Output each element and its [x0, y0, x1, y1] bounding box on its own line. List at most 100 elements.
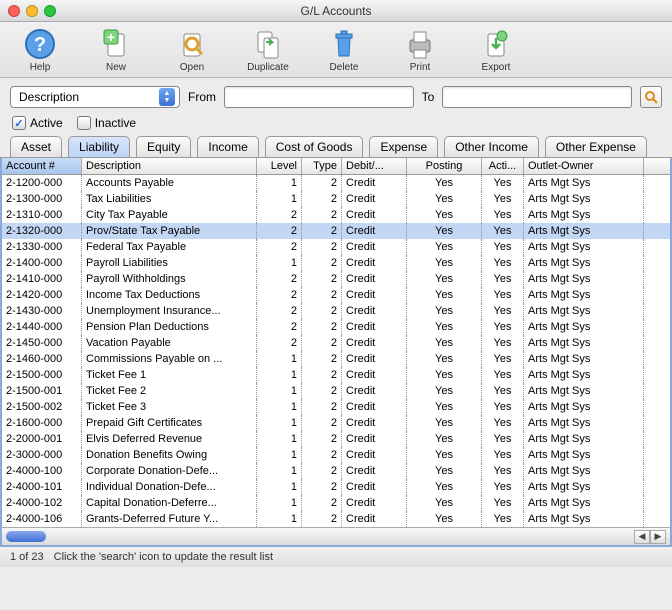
- scroll-left-button[interactable]: ◀: [634, 530, 650, 544]
- cell-acct: 2-1450-000: [2, 335, 82, 351]
- print-button[interactable]: Print: [392, 28, 448, 73]
- table-row[interactable]: 2-1410-000Payroll Withholdings22CreditYe…: [2, 271, 670, 287]
- svg-text:+: +: [107, 29, 115, 45]
- cell-active: Yes: [482, 447, 524, 463]
- cell-acct: 2-4000-106: [2, 511, 82, 527]
- table-row[interactable]: 2-4000-100Corporate Donation-Defe...12Cr…: [2, 463, 670, 479]
- column-header[interactable]: Level: [257, 158, 302, 174]
- column-header[interactable]: Type: [302, 158, 342, 174]
- table-row[interactable]: 2-1200-000Accounts Payable12CreditYesYes…: [2, 175, 670, 191]
- help-button[interactable]: ?Help: [12, 28, 68, 73]
- from-input[interactable]: [224, 86, 414, 108]
- cell-owner: Arts Mgt Sys: [524, 415, 644, 431]
- cell-owner: Arts Mgt Sys: [524, 271, 644, 287]
- field-select[interactable]: Description ▲▼: [10, 86, 180, 108]
- inactive-checkbox[interactable]: Inactive: [77, 116, 136, 130]
- cell-acct: 2-1400-000: [2, 255, 82, 271]
- table-row[interactable]: 2-1460-000Commissions Payable on ...12Cr…: [2, 351, 670, 367]
- tab-equity[interactable]: Equity: [136, 136, 191, 157]
- column-header[interactable]: Acti...: [482, 158, 524, 174]
- toolbar-label: Export: [468, 62, 524, 73]
- cell-dc: Credit: [342, 447, 407, 463]
- cell-acct: 2-1430-000: [2, 303, 82, 319]
- inactive-label: Inactive: [95, 116, 136, 130]
- cell-type: 2: [302, 479, 342, 495]
- cell-dc: Credit: [342, 479, 407, 495]
- tab-income[interactable]: Income: [197, 136, 258, 157]
- table-row[interactable]: 2-4000-102Capital Donation-Deferre...12C…: [2, 495, 670, 511]
- to-label: To: [422, 90, 435, 104]
- table-row[interactable]: 2-1440-000Pension Plan Deductions22Credi…: [2, 319, 670, 335]
- cell-owner: Arts Mgt Sys: [524, 175, 644, 191]
- export-button[interactable]: Export: [468, 28, 524, 73]
- table-row[interactable]: 2-1500-001Ticket Fee 212CreditYesYesArts…: [2, 383, 670, 399]
- delete-button[interactable]: Delete: [316, 28, 372, 73]
- column-header[interactable]: Posting: [407, 158, 482, 174]
- cell-level: 1: [257, 175, 302, 191]
- tab-other-income[interactable]: Other Income: [444, 136, 539, 157]
- scroll-right-button[interactable]: ▶: [650, 530, 666, 544]
- table-row[interactable]: 2-1500-002Ticket Fee 312CreditYesYesArts…: [2, 399, 670, 415]
- table-header: Account #DescriptionLevelTypeDebit/...Po…: [2, 158, 670, 175]
- table-row[interactable]: 2-4000-106Grants-Deferred Future Y...12C…: [2, 511, 670, 527]
- cell-level: 1: [257, 431, 302, 447]
- tab-expense[interactable]: Expense: [369, 136, 438, 157]
- cell-acct: 2-4000-102: [2, 495, 82, 511]
- cell-level: 1: [257, 367, 302, 383]
- horizontal-scrollbar[interactable]: ◀ ▶: [2, 527, 670, 545]
- table-row[interactable]: 2-1500-000Ticket Fee 112CreditYesYesArts…: [2, 367, 670, 383]
- cell-posting: Yes: [407, 223, 482, 239]
- column-header[interactable]: Debit/...: [342, 158, 407, 174]
- duplicate-button[interactable]: Duplicate: [240, 28, 296, 73]
- tab-other-expense[interactable]: Other Expense: [545, 136, 647, 157]
- cell-type: 2: [302, 303, 342, 319]
- table-row[interactable]: 2-1400-000Payroll Liabilities12CreditYes…: [2, 255, 670, 271]
- tab-cost-of-goods[interactable]: Cost of Goods: [265, 136, 364, 157]
- open-button[interactable]: Open: [164, 28, 220, 73]
- cell-desc: Donation Benefits Owing: [82, 447, 257, 463]
- tab-asset[interactable]: Asset: [10, 136, 62, 157]
- cell-type: 2: [302, 319, 342, 335]
- column-header[interactable]: Account #: [2, 158, 82, 174]
- table-row[interactable]: 2-1330-000Federal Tax Payable22CreditYes…: [2, 239, 670, 255]
- new-button[interactable]: + New: [88, 28, 144, 73]
- table-row[interactable]: 2-1420-000Income Tax Deductions22CreditY…: [2, 287, 670, 303]
- table-row[interactable]: 2-1300-000Tax Liabilities12CreditYesYesA…: [2, 191, 670, 207]
- cell-posting: Yes: [407, 239, 482, 255]
- cell-owner: Arts Mgt Sys: [524, 207, 644, 223]
- cell-desc: Prov/State Tax Payable: [82, 223, 257, 239]
- table-row[interactable]: 2-1310-000City Tax Payable22CreditYesYes…: [2, 207, 670, 223]
- export-icon: [480, 28, 512, 60]
- delete-icon: [328, 28, 360, 60]
- cell-posting: Yes: [407, 415, 482, 431]
- search-button[interactable]: [640, 86, 662, 108]
- tab-liability[interactable]: Liability: [68, 136, 130, 157]
- cell-acct: 2-1420-000: [2, 287, 82, 303]
- cell-type: 2: [302, 223, 342, 239]
- scroll-thumb[interactable]: [6, 531, 46, 542]
- table-row[interactable]: 2-2000-001Elvis Deferred Revenue12Credit…: [2, 431, 670, 447]
- active-checkbox[interactable]: ✓ Active: [12, 116, 63, 130]
- cell-type: 2: [302, 175, 342, 191]
- cell-type: 2: [302, 431, 342, 447]
- table-row[interactable]: 2-4000-101Individual Donation-Defe...12C…: [2, 479, 670, 495]
- column-header[interactable]: Outlet-Owner: [524, 158, 644, 174]
- cell-type: 2: [302, 271, 342, 287]
- toolbar: ?Help + New Open Duplicate Delete Print Export: [0, 22, 672, 78]
- cell-active: Yes: [482, 191, 524, 207]
- cell-posting: Yes: [407, 367, 482, 383]
- column-header[interactable]: Description: [82, 158, 257, 174]
- to-input[interactable]: [442, 86, 632, 108]
- table-row[interactable]: 2-3000-000Donation Benefits Owing12Credi…: [2, 447, 670, 463]
- toolbar-label: New: [88, 62, 144, 73]
- tabs: Asset Liability Equity Income Cost of GoodsE…: [0, 136, 672, 158]
- table-row[interactable]: 2-1450-000Vacation Payable22CreditYesYes…: [2, 335, 670, 351]
- cell-active: Yes: [482, 399, 524, 415]
- table-row[interactable]: 2-1430-000Unemployment Insurance...22Cre…: [2, 303, 670, 319]
- cell-active: Yes: [482, 495, 524, 511]
- cell-dc: Credit: [342, 223, 407, 239]
- table-row[interactable]: 2-1320-000Prov/State Tax Payable22Credit…: [2, 223, 670, 239]
- table-row[interactable]: 2-1600-000Prepaid Gift Certificates12Cre…: [2, 415, 670, 431]
- cell-desc: Ticket Fee 3: [82, 399, 257, 415]
- cell-acct: 2-4000-101: [2, 479, 82, 495]
